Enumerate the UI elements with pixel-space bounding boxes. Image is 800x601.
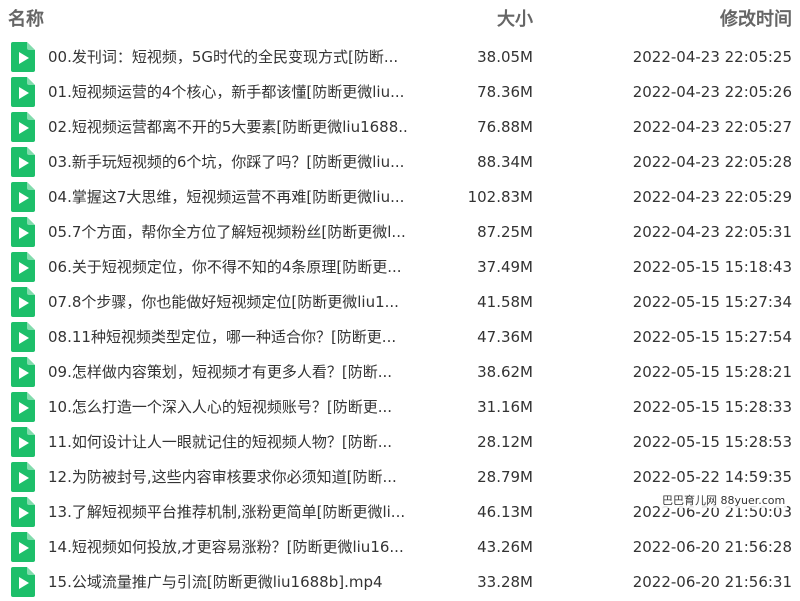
video-play-file-icon [11,322,35,352]
file-size: 28.12M [477,433,533,451]
file-name: 07.8个步骤，你也能做好短视频定位[防断更微liu1... [48,293,399,311]
file-name: 05.7个方面，帮你全方位了解短视频粉丝[防断更微l... [48,223,406,241]
file-modified-time: 2022-05-15 15:27:34 [632,293,792,311]
file-name: 04.掌握这7大思维，短视频运营不再难[防断更微liu... [48,188,405,206]
video-play-file-icon [11,427,35,457]
file-name: 11.如何设计让人一眼就记住的短视频人物？[防断... [48,433,393,451]
file-size: 28.79M [477,468,533,486]
file-name: 01.短视频运营的4个核心，新手都该懂[防断更微liu... [48,83,405,101]
video-play-file-icon [11,112,35,142]
column-header-size[interactable]: 大小 [497,9,533,31]
file-row[interactable]: 02.短视频运营都离不开的5大要素[防断更微liu1688... 76.88M 20… [0,110,800,145]
file-name: 12.为防被封号,这些内容审核要求你必须知道[防断... [48,468,397,486]
file-modified-time: 2022-06-20 21:56:31 [632,573,792,591]
file-size: 31.16M [477,398,533,416]
file-modified-time: 2022-05-15 15:28:53 [632,433,792,451]
file-modified-time: 2022-06-20 21:56:28 [632,538,792,556]
file-modified-time: 2022-05-15 15:28:21 [632,363,792,381]
video-play-file-icon [11,147,35,177]
file-size: 41.58M [477,293,533,311]
file-row[interactable]: 08.11种短视频类型定位，哪一种适合你？[防断更... 47.36M 2022-0… [0,320,800,355]
file-modified-time: 2022-05-15 15:28:33 [632,398,792,416]
file-row[interactable]: 06.关于短视频定位，你不得不知的4条原理[防断更... 37.49M 2022-0… [0,250,800,285]
file-size: 46.13M [477,503,533,521]
video-play-file-icon [11,77,35,107]
file-name: 15.公域流量推广与引流[防断更微liu1688b].mp4 [48,573,383,591]
file-size: 37.49M [477,258,533,276]
file-row[interactable]: 07.8个步骤，你也能做好短视频定位[防断更微liu1... 41.58M 2022… [0,285,800,320]
video-play-file-icon [11,532,35,562]
video-play-file-icon [11,462,35,492]
file-name: 06.关于短视频定位，你不得不知的4条原理[防断更... [48,258,402,276]
file-row[interactable]: 00.发刊词：短视频，5G时代的全民变现方式[防断... 38.05M 2022-0… [0,40,800,75]
file-size: 38.62M [477,363,533,381]
file-name: 08.11种短视频类型定位，哪一种适合你？[防断更... [48,328,397,346]
file-row[interactable]: 03.新手玩短视频的6个坑，你踩了吗？[防断更微liu... 88.34M 2022… [0,145,800,180]
file-modified-time: 2022-05-22 14:59:35 [632,468,792,486]
file-size: 87.25M [477,223,533,241]
file-modified-time: 2022-04-23 22:05:28 [632,153,792,171]
video-play-file-icon [11,252,35,282]
file-name: 09.怎样做内容策划，短视频才有更多人看？[防断... [48,363,393,381]
file-name: 13.了解短视频平台推荐机制,涨粉更简单[防断更微li... [48,503,406,521]
video-play-file-icon [11,217,35,247]
file-row[interactable]: 09.怎样做内容策划，短视频才有更多人看？[防断... 38.62M 2022-05… [0,355,800,390]
video-play-file-icon [11,357,35,387]
column-header-name[interactable]: 名称 [8,9,44,31]
file-size: 33.28M [477,573,533,591]
file-modified-time: 2022-05-15 15:27:54 [632,328,792,346]
video-play-file-icon [11,42,35,72]
file-name: 00.发刊词：短视频，5G时代的全民变现方式[防断... [48,48,399,66]
file-name: 10.怎么打造一个深入人心的短视频账号？[防断更... [48,398,393,416]
file-name: 14.短视频如何投放,才更容易涨粉？[防断更微liu16... [48,538,404,556]
watermark: 巴巴育儿网 88yuer.com [660,494,788,508]
column-header-modified[interactable]: 修改时间 [720,9,792,31]
file-size: 47.36M [477,328,533,346]
file-modified-time: 2022-04-23 22:05:29 [632,188,792,206]
file-size: 78.36M [477,83,533,101]
list-header: 名称 大小 修改时间 [0,0,800,40]
file-size: 38.05M [477,48,533,66]
file-row[interactable]: 14.短视频如何投放,才更容易涨粉？[防断更微liu16... 43.26M 202… [0,530,800,565]
file-name: 02.短视频运营都离不开的5大要素[防断更微liu1688... [48,118,408,136]
file-row[interactable]: 05.7个方面，帮你全方位了解短视频粉丝[防断更微l... 87.25M 2022-… [0,215,800,250]
video-play-file-icon [11,497,35,527]
file-modified-time: 2022-05-15 15:18:43 [632,258,792,276]
file-row[interactable]: 10.怎么打造一个深入人心的短视频账号？[防断更... 31.16M 2022-05… [0,390,800,425]
file-size: 102.83M [467,188,533,206]
file-modified-time: 2022-04-23 22:05:31 [632,223,792,241]
file-modified-time: 2022-04-23 22:05:26 [632,83,792,101]
video-play-file-icon [11,182,35,212]
file-list: 00.发刊词：短视频，5G时代的全民变现方式[防断... 38.05M 2022-0… [0,40,800,600]
file-size: 88.34M [477,153,533,171]
video-play-file-icon [11,392,35,422]
file-row[interactable]: 15.公域流量推广与引流[防断更微liu1688b].mp4 33.28M 2022… [0,565,800,600]
file-row[interactable]: 01.短视频运营的4个核心，新手都该懂[防断更微liu... 78.36M 2022… [0,75,800,110]
file-name: 03.新手玩短视频的6个坑，你踩了吗？[防断更微liu... [48,153,405,171]
file-row[interactable]: 11.如何设计让人一眼就记住的短视频人物？[防断... 28.12M 2022-05… [0,425,800,460]
file-size: 76.88M [477,118,533,136]
file-modified-time: 2022-04-23 22:05:27 [632,118,792,136]
file-row[interactable]: 04.掌握这7大思维，短视频运营不再难[防断更微liu... 102.83M 202… [0,180,800,215]
video-play-file-icon [11,287,35,317]
file-size: 43.26M [477,538,533,556]
file-row[interactable]: 12.为防被封号,这些内容审核要求你必须知道[防断... 28.79M 2022-0… [0,460,800,495]
video-play-file-icon [11,567,35,597]
file-modified-time: 2022-04-23 22:05:25 [632,48,792,66]
